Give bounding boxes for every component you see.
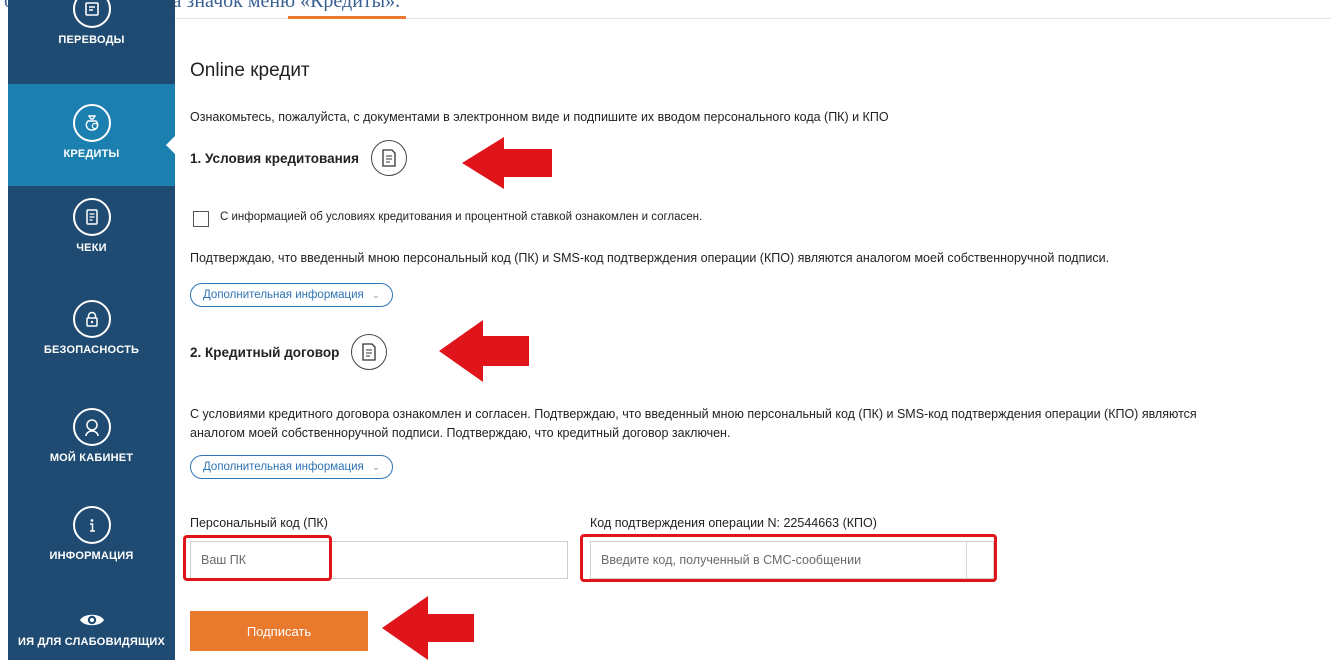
section-heading: 2. Кредитный договор xyxy=(190,344,340,360)
more-info-button[interactable]: Дополнительная информация ⌄ xyxy=(190,455,394,479)
document-icon[interactable] xyxy=(370,140,407,176)
transfer-icon xyxy=(72,0,111,28)
sidebar-item-label: ПЕРЕВОДЫ xyxy=(58,34,125,46)
sidebar-item-security[interactable]: БЕЗОПАСНОСТЬ xyxy=(8,300,175,376)
section-credit-agreement: 2. Кредитный договор xyxy=(190,334,388,370)
kpo-field-label: Код подтверждения операции N: 22544663 (… xyxy=(590,516,877,530)
signature-confirm-text: Подтверждаю, что введенный мною персонал… xyxy=(190,251,1110,265)
sidebar-item-label: МОЙ КАБИНЕТ xyxy=(49,452,134,464)
lock-icon xyxy=(72,300,111,338)
money-bag-icon xyxy=(72,104,111,142)
pk-input[interactable] xyxy=(190,541,568,579)
agreement-text-line2: аналогом моей собственноручной подписи. … xyxy=(190,426,731,440)
active-indicator xyxy=(166,136,175,154)
section-heading: 1. Условия кредитования xyxy=(190,150,359,166)
receipt-icon xyxy=(72,198,111,236)
chevron-down-icon: ⌄ xyxy=(371,461,381,473)
kpo-input[interactable] xyxy=(590,541,994,579)
field-divider xyxy=(966,542,967,578)
sidebar-item-my-cabinet[interactable]: МОЙ КАБИНЕТ xyxy=(8,408,175,484)
sidebar-item-label: ИЯ ДЛЯ СЛАБОВИДЯЩИХ xyxy=(17,636,166,648)
user-icon xyxy=(72,408,111,446)
chevron-down-icon: ⌄ xyxy=(371,289,381,301)
active-tab-underline xyxy=(288,16,406,19)
pk-field-label: Персональный код (ПК) xyxy=(190,516,328,530)
terms-checkbox-label: С информацией об условиях кредитования и… xyxy=(220,211,703,223)
intro-text: Ознакомьтесь, пожалуйста, с документами … xyxy=(190,110,889,124)
sidebar-item-label: ИНФОРМАЦИЯ xyxy=(49,550,134,562)
info-icon xyxy=(72,506,111,544)
sidebar: ПЕРЕВОДЫ КРЕДИТЫ ЧЕКИ БЕЗОПАСНОСТЬ МОЙ К… xyxy=(8,0,175,660)
red-arrow-icon xyxy=(462,137,552,189)
agreement-text-line1: С условиями кредитного договора ознакомл… xyxy=(190,407,1197,421)
sidebar-item-receipts[interactable]: ЧЕКИ xyxy=(8,198,175,274)
sidebar-item-information[interactable]: ИНФОРМАЦИЯ xyxy=(8,506,175,582)
sidebar-item-transfers[interactable]: ПЕРЕВОДЫ xyxy=(8,0,175,66)
red-arrow-icon xyxy=(439,320,529,382)
sidebar-item-low-vision[interactable]: ИЯ ДЛЯ СЛАБОВИДЯЩИХ xyxy=(8,610,175,660)
sidebar-item-label: КРЕДИТЫ xyxy=(63,148,120,160)
eye-icon xyxy=(79,610,105,630)
sidebar-item-label: БЕЗОПАСНОСТЬ xyxy=(43,344,140,356)
terms-checkbox[interactable] xyxy=(193,211,209,227)
sign-button[interactable]: Подписать xyxy=(190,611,368,651)
sidebar-item-credits[interactable]: КРЕДИТЫ xyxy=(8,84,175,186)
page-title: Online кредит xyxy=(190,60,310,81)
document-icon[interactable] xyxy=(351,334,388,370)
more-info-label: Дополнительная информация xyxy=(203,461,364,473)
sidebar-item-label: ЧЕКИ xyxy=(76,242,107,254)
more-info-button[interactable]: Дополнительная информация ⌄ xyxy=(190,283,394,307)
section-credit-terms: 1. Условия кредитования xyxy=(190,140,407,176)
more-info-label: Дополнительная информация xyxy=(203,289,364,301)
red-arrow-icon xyxy=(382,596,474,660)
